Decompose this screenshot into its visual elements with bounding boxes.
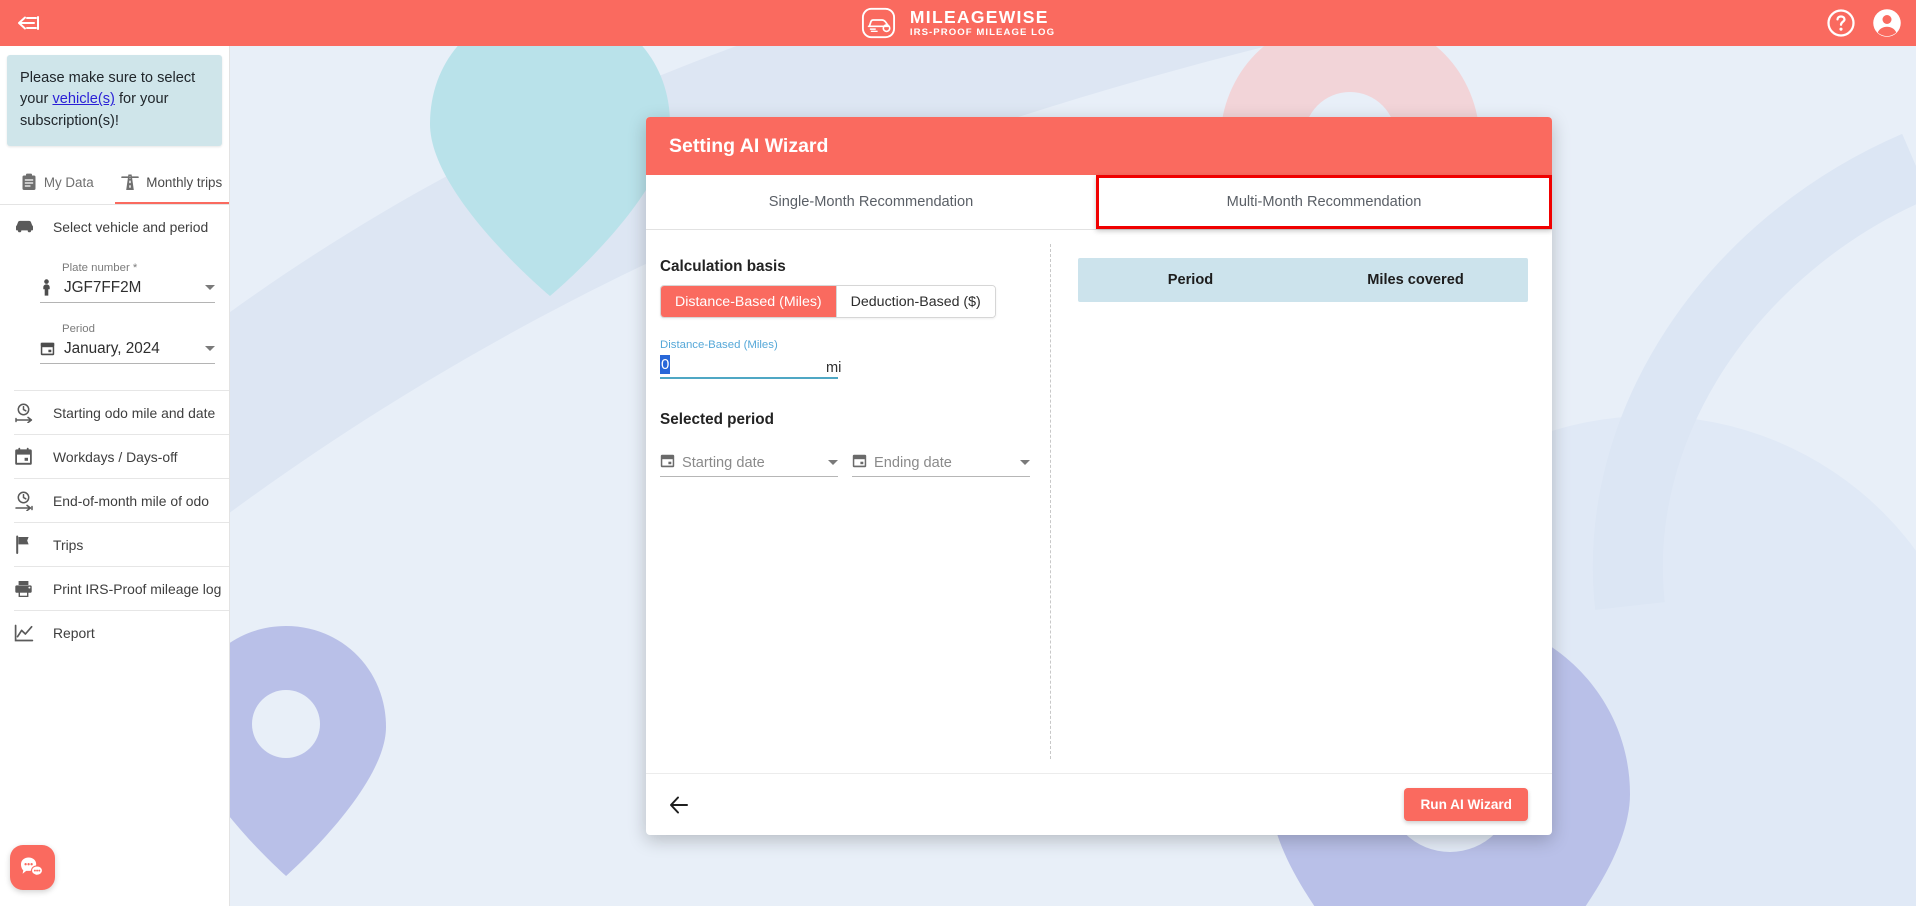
person-icon	[40, 279, 58, 296]
tab-label: Multi-Month Recommendation	[1226, 194, 1422, 210]
distance-input-label: Distance-Based (Miles)	[660, 339, 778, 351]
highway-icon	[121, 174, 140, 191]
chevron-down-icon[interactable]	[205, 346, 215, 352]
brand-name: MILEAGEWISE	[909, 6, 1049, 27]
brand-subtitle: IRS-PROOF MILEAGE LOG	[909, 26, 1056, 38]
chevron-down-icon[interactable]	[828, 460, 838, 465]
dialog-title-bar: Setting AI Wizard	[646, 117, 1552, 175]
sidebar-item-label: Starting odo mile and date	[53, 404, 216, 421]
sidebar-item-label: Report	[53, 624, 95, 641]
run-ai-wizard-button[interactable]: Run AI Wizard	[1404, 788, 1528, 821]
results-table-header: Period Miles covered	[1078, 258, 1528, 302]
distance-unit-label: mi	[826, 360, 842, 376]
sidebar-tab-label: My Data	[43, 174, 94, 190]
sidebar-tab-label: Monthly trips	[146, 174, 223, 190]
ending-date-field[interactable]: Ending date	[852, 451, 1030, 477]
basis-option-distance[interactable]: Distance-Based (Miles)	[661, 286, 836, 317]
account-circle-icon[interactable]	[1872, 8, 1902, 38]
date-range-fields: Starting date Ending date	[660, 451, 1050, 477]
tab-single-month-recommendation[interactable]: Single-Month Recommendation	[646, 175, 1096, 229]
sidebar-item-workdays-daysoff[interactable]: Workdays / Days-off	[0, 435, 229, 478]
car-icon	[14, 219, 44, 234]
setting-ai-wizard-dialog: Setting AI Wizard Single-Month Recommend…	[646, 117, 1552, 835]
starting-date-placeholder: Starting date	[682, 454, 765, 471]
distance-input-value[interactable]: 0	[660, 355, 671, 374]
starting-date-field[interactable]: Starting date	[660, 451, 838, 477]
sidebar-item-print-mileage-log[interactable]: Print IRS-Proof mileage log	[0, 567, 229, 610]
sidebar-item-label: End-of-month mile of odo	[53, 492, 209, 509]
basis-option-label: Deduction-Based ($)	[850, 293, 981, 310]
wizard-settings-pane: Calculation basis Distance-Based (Miles)…	[646, 230, 1050, 773]
selected-period-title: Selected period	[660, 411, 774, 428]
sidebar-item-trips[interactable]: Trips	[0, 523, 229, 566]
sidebar-item-label: Select vehicle and period	[53, 218, 209, 235]
sidebar-tabs: My Data Monthly trips	[0, 160, 230, 205]
vehicle-period-form: Plate number * JGF7FF2M Period January, …	[0, 248, 229, 374]
help-circle-icon[interactable]	[1826, 8, 1856, 38]
brand-text: MILEAGEWISE IRS-PROOF MILEAGE LOG	[910, 8, 1055, 39]
subscription-info-banner: Please make sure to select your vehicle(…	[7, 55, 222, 147]
distance-input-field[interactable]: Distance-Based (Miles) 0 mi	[660, 339, 893, 379]
calendar-icon	[660, 453, 675, 473]
topbar-actions	[1826, 8, 1902, 38]
calculation-basis-title: Calculation basis	[660, 258, 786, 275]
calendar-icon	[14, 447, 44, 466]
calendar-icon	[852, 453, 867, 473]
sidebar-item-label: Print IRS-Proof mileage log	[53, 580, 222, 597]
results-pane: Period Miles covered	[1050, 230, 1552, 773]
column-header-miles-covered: Miles covered	[1367, 272, 1464, 288]
tab-label: Single-Month Recommendation	[768, 194, 974, 210]
ending-date-placeholder: Ending date	[874, 454, 952, 471]
plate-number-value: JGF7FF2M	[64, 278, 142, 296]
chevron-down-icon[interactable]	[1020, 460, 1030, 465]
calculation-basis-toggle-group: Distance-Based (Miles) Deduction-Based (…	[660, 285, 996, 318]
sidebar-item-starting-odo[interactable]: Starting odo mile and date	[0, 391, 229, 434]
period-value: January, 2024	[64, 339, 160, 357]
column-header-period: Period	[1167, 272, 1214, 288]
pane-divider	[1050, 244, 1051, 759]
flag-icon	[14, 535, 44, 555]
sidebar-item-select-vehicle-and-period[interactable]: Select vehicle and period	[0, 205, 229, 248]
calendar-icon	[40, 341, 58, 356]
sidebar-item-report[interactable]: Report	[0, 611, 229, 654]
basis-option-deduction[interactable]: Deduction-Based ($)	[835, 286, 995, 317]
vehicle-link[interactable]: vehicle(s)	[52, 91, 114, 107]
brand-logo-group: MILEAGEWISE IRS-PROOF MILEAGE LOG	[861, 6, 1055, 40]
sidebar-item-end-of-month-odo[interactable]: End-of-month mile of odo	[0, 479, 229, 522]
mileagewise-car-logo-icon	[861, 7, 896, 39]
plate-number-field[interactable]: Plate number * JGF7FF2M	[40, 262, 215, 304]
dialog-footer: Run AI Wizard	[646, 773, 1552, 835]
sidebar-tab-my-data[interactable]: My Data	[0, 160, 115, 204]
printer-icon	[14, 580, 44, 598]
top-header-bar: MILEAGEWISE IRS-PROOF MILEAGE LOG	[0, 0, 1916, 46]
odometer-start-icon	[14, 403, 44, 423]
dialog-content: Calculation basis Distance-Based (Miles)…	[646, 230, 1552, 773]
sidebar-item-label: Workdays / Days-off	[53, 448, 178, 465]
sidebar-tab-monthly-trips[interactable]: Monthly trips	[114, 160, 230, 205]
sidebar-item-label: Trips	[53, 536, 84, 553]
page-title: Setting AI Wizard	[669, 134, 829, 157]
collapse-sidebar-icon	[18, 16, 39, 30]
clipboard-icon	[22, 173, 36, 191]
tab-multi-month-recommendation[interactable]: Multi-Month Recommendation	[1096, 175, 1552, 229]
basis-option-label: Distance-Based (Miles)	[675, 293, 822, 310]
left-sidebar: Please make sure to select your vehicle(…	[0, 46, 230, 906]
plate-number-label: Plate number *	[62, 262, 138, 275]
period-field[interactable]: Period January, 2024	[40, 323, 215, 365]
arrow-left-icon[interactable]	[666, 792, 692, 818]
chevron-down-icon[interactable]	[205, 285, 215, 291]
chat-bubbles-icon	[21, 857, 44, 878]
odometer-end-icon	[14, 491, 44, 511]
chart-line-icon	[14, 624, 44, 642]
dialog-tab-bar: Single-Month Recommendation Multi-Month …	[646, 175, 1552, 229]
collapse-sidebar-button[interactable]	[0, 0, 58, 46]
period-label: Period	[62, 323, 95, 336]
chat-support-button[interactable]	[10, 845, 55, 890]
